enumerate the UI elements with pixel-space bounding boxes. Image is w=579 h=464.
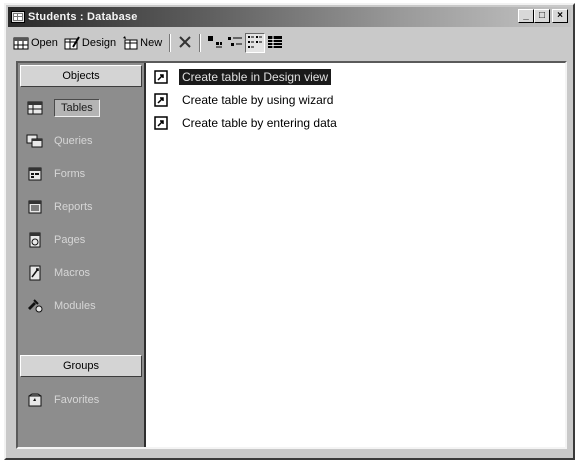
list-item-create-design-view[interactable]: Create table in Design view xyxy=(153,67,561,86)
object-item-label: Pages xyxy=(54,234,86,246)
objects-header-label: Objects xyxy=(62,70,100,82)
object-item-reports[interactable]: Reports xyxy=(26,192,138,222)
delete-button[interactable] xyxy=(175,33,195,53)
object-item-macros[interactable]: Macros xyxy=(26,258,138,288)
list-item-label: Create table by entering data xyxy=(182,115,337,130)
report-icon xyxy=(26,198,44,216)
open-icon xyxy=(13,35,29,51)
form-icon xyxy=(26,165,44,183)
shortcut-icon xyxy=(153,69,169,85)
object-item-modules[interactable]: Modules xyxy=(26,291,138,321)
objects-bar: Objects Tables Queries Forms Reports Pag… xyxy=(18,63,146,447)
database-pane: Objects Tables Queries Forms Reports Pag… xyxy=(16,61,567,449)
new-label: New xyxy=(140,37,163,49)
toolbar: Open Design New xyxy=(10,31,569,55)
macro-icon xyxy=(26,264,44,282)
design-label: Design xyxy=(81,37,117,49)
groups-area: Favorites xyxy=(22,385,140,441)
list-item-create-wizard[interactable]: Create table by using wizard xyxy=(153,90,561,109)
small-icons-icon xyxy=(227,35,243,52)
open-label: Open xyxy=(31,37,58,49)
maximize-button[interactable]: □ xyxy=(534,9,550,23)
database-window: Students : Database _ □ × Open Design Ne… xyxy=(4,3,575,460)
list-item-label: Create table in Design view xyxy=(179,68,332,85)
details-view-icon xyxy=(267,35,283,52)
object-item-label: Macros xyxy=(54,267,91,279)
object-item-pages[interactable]: Pages xyxy=(26,225,138,255)
objects-header-button[interactable]: Objects xyxy=(20,65,142,87)
table-icon xyxy=(26,99,44,117)
list-item-label: Create table by using wizard xyxy=(182,92,334,107)
group-item-favorites[interactable]: Favorites xyxy=(26,385,138,415)
large-icons-icon xyxy=(207,35,223,52)
design-button[interactable]: Design xyxy=(61,32,119,54)
open-button[interactable]: Open xyxy=(10,32,61,54)
details-view-button[interactable] xyxy=(265,33,285,53)
favorites-icon xyxy=(26,391,44,409)
object-item-label: Queries xyxy=(54,135,93,147)
small-icons-button[interactable] xyxy=(225,33,245,53)
toolbar-separator xyxy=(169,34,172,52)
shortcut-icon xyxy=(153,115,169,131)
group-item-label: Favorites xyxy=(54,394,100,406)
query-icon xyxy=(26,132,44,150)
design-icon xyxy=(64,35,80,51)
list-item-create-entering-data[interactable]: Create table by entering data xyxy=(153,113,561,132)
minimize-icon: _ xyxy=(523,10,529,21)
maximize-icon: □ xyxy=(538,10,546,21)
groups-header-label: Groups xyxy=(62,360,100,372)
close-icon: × xyxy=(557,10,563,21)
title-bar[interactable]: Students : Database _ □ × xyxy=(8,7,571,27)
close-button[interactable]: × xyxy=(552,9,568,23)
object-item-queries[interactable]: Queries xyxy=(26,126,138,156)
module-icon xyxy=(26,297,44,315)
object-item-label: Modules xyxy=(54,300,96,312)
object-item-label: Reports xyxy=(54,201,93,213)
database-icon[interactable] xyxy=(11,11,25,23)
large-icons-button[interactable] xyxy=(205,33,225,53)
delete-icon xyxy=(178,35,192,52)
object-item-label: Forms xyxy=(54,168,86,180)
page-icon xyxy=(26,231,44,249)
window-title: Students : Database xyxy=(28,11,138,23)
object-list: Create table in Design view Create table… xyxy=(153,67,561,136)
new-button[interactable]: New xyxy=(119,32,165,54)
groups-header-button[interactable]: Groups xyxy=(20,355,142,377)
list-view-icon xyxy=(247,35,263,52)
object-item-label: Tables xyxy=(54,99,100,117)
toolbar-separator xyxy=(199,34,202,52)
minimize-button[interactable]: _ xyxy=(518,9,534,23)
new-icon xyxy=(122,35,138,51)
shortcut-icon xyxy=(153,92,169,108)
object-item-tables[interactable]: Tables xyxy=(26,93,138,123)
object-item-forms[interactable]: Forms xyxy=(26,159,138,189)
list-view-button[interactable] xyxy=(245,33,266,53)
